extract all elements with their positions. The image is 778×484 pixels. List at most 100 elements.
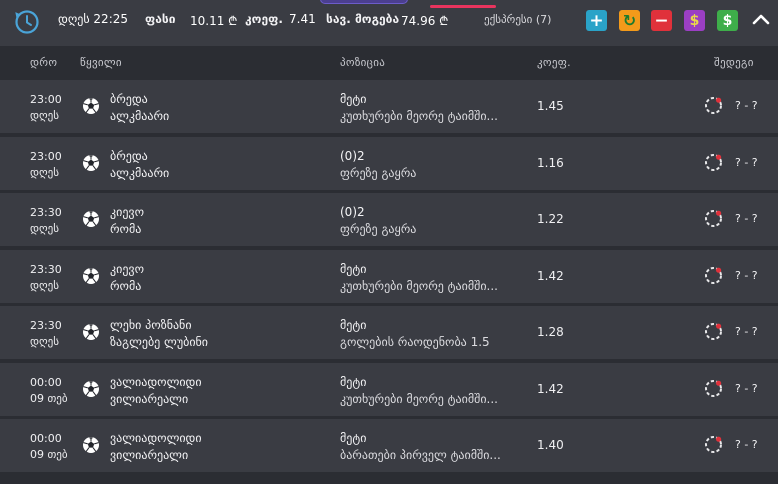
table-row[interactable]: 00:00 09 თებ ვალიადოლიდი ვილიარეალი მეტი… bbox=[0, 362, 778, 416]
match-day: 09 თებ bbox=[30, 448, 68, 461]
bet-position: მეტი კუთხურები მეორე ტაიმში... bbox=[340, 261, 515, 295]
table-row[interactable]: 23:00 დღეს ბრედა ალკმაარი მეტი კუთხურები… bbox=[0, 80, 778, 133]
column-header-position: პოზიცია bbox=[340, 56, 386, 69]
cash-button[interactable]: $ bbox=[717, 10, 738, 31]
pending-status-icon bbox=[705, 210, 722, 227]
table-row[interactable]: 00:00 09 თებ ვალიადოლიდი ვილიარეალი მეტი… bbox=[0, 419, 778, 472]
bet-position: მეტი გოლების რაოდენობა 1.5 bbox=[340, 317, 515, 351]
position-value: (0)2 bbox=[340, 148, 365, 163]
soccer-ball-icon bbox=[83, 380, 99, 397]
soccer-ball-icon bbox=[83, 98, 99, 114]
column-header-pair: წყვილი bbox=[80, 56, 122, 69]
home-team: კიევო bbox=[110, 205, 145, 219]
bet-position: მეტი კუთხურები მეორე ტაიმში... bbox=[340, 374, 515, 408]
home-team: ბრედა bbox=[110, 92, 148, 106]
table-row[interactable]: 23:30 დღეს კიევო რომა მეტი კუთხურები მეო… bbox=[0, 249, 778, 303]
bet-position: (0)2 ფრეზე გაყრა bbox=[340, 148, 515, 182]
home-team: ვალიადოლიდი bbox=[110, 431, 202, 445]
match-day: დღეს bbox=[30, 165, 59, 179]
match-teams: ლეხი პოზნანი ზაგლებე ლუბინი bbox=[110, 317, 208, 351]
match-hour: 23:30 bbox=[30, 319, 62, 332]
refresh-button[interactable]: ↻ bbox=[619, 10, 640, 31]
clock-icon bbox=[15, 10, 39, 34]
match-time: 23:00 დღეს bbox=[30, 92, 62, 124]
match-day: 09 თებ bbox=[30, 391, 68, 405]
match-time: 23:30 დღეს bbox=[30, 205, 62, 237]
match-teams: ვალიადოლიდი ვილიარეალი bbox=[110, 430, 202, 464]
odds-value: 1.45 bbox=[537, 99, 564, 113]
possible-win-value: 74.96 ₾ bbox=[401, 14, 449, 28]
away-team: რომა bbox=[110, 222, 142, 236]
match-result: ? - ? bbox=[735, 268, 758, 282]
position-value: მეტი bbox=[340, 431, 367, 445]
active-tab-indicator[interactable] bbox=[320, 0, 408, 4]
away-team: ზაგლებე ლუბინი bbox=[110, 335, 209, 349]
match-time: 23:00 დღეს bbox=[30, 149, 62, 181]
odds-value: 1.22 bbox=[537, 212, 564, 226]
match-day: დღეს bbox=[30, 278, 59, 292]
price-value: 10.11 ₾ bbox=[190, 14, 238, 28]
odds-value: 1.40 bbox=[537, 438, 564, 452]
column-header-coef: კოეფ. bbox=[537, 56, 571, 69]
match-result: ? - ? bbox=[735, 325, 758, 338]
soccer-ball-icon bbox=[83, 211, 99, 227]
away-team: ვილიარეალი bbox=[110, 391, 189, 406]
away-team: ვილიარეალი bbox=[110, 448, 189, 462]
match-hour: 23:00 bbox=[30, 93, 62, 106]
position-value: მეტი bbox=[340, 92, 367, 106]
soccer-ball-icon bbox=[83, 437, 99, 453]
price-label: ფასი bbox=[145, 12, 176, 26]
match-hour: 23:30 bbox=[30, 262, 62, 276]
position-market: კუთხურები მეორე ტაიმში... bbox=[340, 109, 498, 123]
match-time: 23:30 დღეს bbox=[30, 318, 62, 350]
match-hour: 00:00 bbox=[30, 432, 62, 445]
remove-button[interactable]: − bbox=[651, 10, 672, 31]
home-team: ვალიადოლიდი bbox=[110, 374, 202, 389]
auto-button[interactable]: $ bbox=[684, 10, 705, 31]
match-teams: ვალიადოლიდი ვილიარეალი bbox=[110, 374, 202, 408]
bet-position: მეტი ბარათები პირველ ტაიმში... bbox=[340, 430, 515, 464]
position-market: ფრეზე გაყრა bbox=[340, 222, 417, 236]
pending-status-icon bbox=[705, 379, 722, 397]
table-header: დრო წყვილი პოზიცია კოეფ. შედეგი bbox=[0, 46, 778, 78]
table-row[interactable]: 23:30 დღეს კიევო რომა (0)2 ფრეზე გაყრა 1… bbox=[0, 193, 778, 246]
home-team: კიევო bbox=[110, 261, 145, 276]
match-day: დღეს bbox=[30, 222, 59, 235]
match-hour: 23:30 bbox=[30, 206, 62, 219]
bet-slip-summary-bar: დღეს 22:25 ფასი 10.11 ₾ კოეფ. 7.41 სავ. … bbox=[0, 0, 778, 46]
table-row[interactable]: 23:00 დღეს ბრედა ალკმაარი (0)2 ფრეზე გაყ… bbox=[0, 136, 778, 190]
match-teams: კიევო რომა bbox=[110, 204, 144, 238]
position-market: კუთხურები მეორე ტაიმში... bbox=[340, 278, 498, 293]
away-team: ალკმაარი bbox=[110, 165, 170, 180]
add-button[interactable]: + bbox=[586, 10, 607, 31]
express-count: ექსპრესი (7) bbox=[484, 13, 552, 26]
home-team: ლეხი პოზნანი bbox=[110, 318, 192, 332]
position-value: მეტი bbox=[340, 318, 367, 332]
column-header-result: შედეგი bbox=[714, 56, 754, 69]
soccer-ball-icon bbox=[83, 267, 99, 284]
match-result: ? - ? bbox=[735, 155, 758, 169]
table-row[interactable]: 23:30 დღეს ლეხი პოზნანი ზაგლებე ლუბინი მ… bbox=[0, 306, 778, 359]
position-market: ფრეზე გაყრა bbox=[340, 165, 417, 180]
soccer-ball-icon bbox=[83, 154, 99, 171]
pending-status-icon bbox=[705, 97, 722, 114]
match-time: 23:30 დღეს bbox=[30, 262, 62, 294]
pending-status-icon bbox=[705, 436, 722, 453]
possible-win-label: სავ. მოგება bbox=[326, 12, 400, 26]
match-result: ? - ? bbox=[735, 438, 758, 451]
pending-status-icon bbox=[705, 323, 722, 340]
chevron-up-icon[interactable] bbox=[752, 12, 770, 26]
match-result: ? - ? bbox=[735, 212, 758, 225]
match-teams: ბრედა ალკმაარი bbox=[110, 148, 169, 182]
odds-value: 1.42 bbox=[537, 381, 564, 396]
match-day: დღეს bbox=[30, 109, 59, 122]
dollar-icon: $ bbox=[722, 12, 733, 29]
bet-position: (0)2 ფრეზე გაყრა bbox=[340, 204, 515, 238]
column-header-time: დრო bbox=[30, 56, 58, 69]
minus-icon: − bbox=[654, 10, 669, 31]
away-team: ალკმაარი bbox=[110, 109, 170, 123]
soccer-ball-icon bbox=[83, 324, 99, 340]
position-market: გოლების რაოდენობა 1.5 bbox=[340, 335, 490, 349]
position-value: მეტი bbox=[340, 261, 367, 276]
pending-status-icon bbox=[705, 153, 722, 171]
